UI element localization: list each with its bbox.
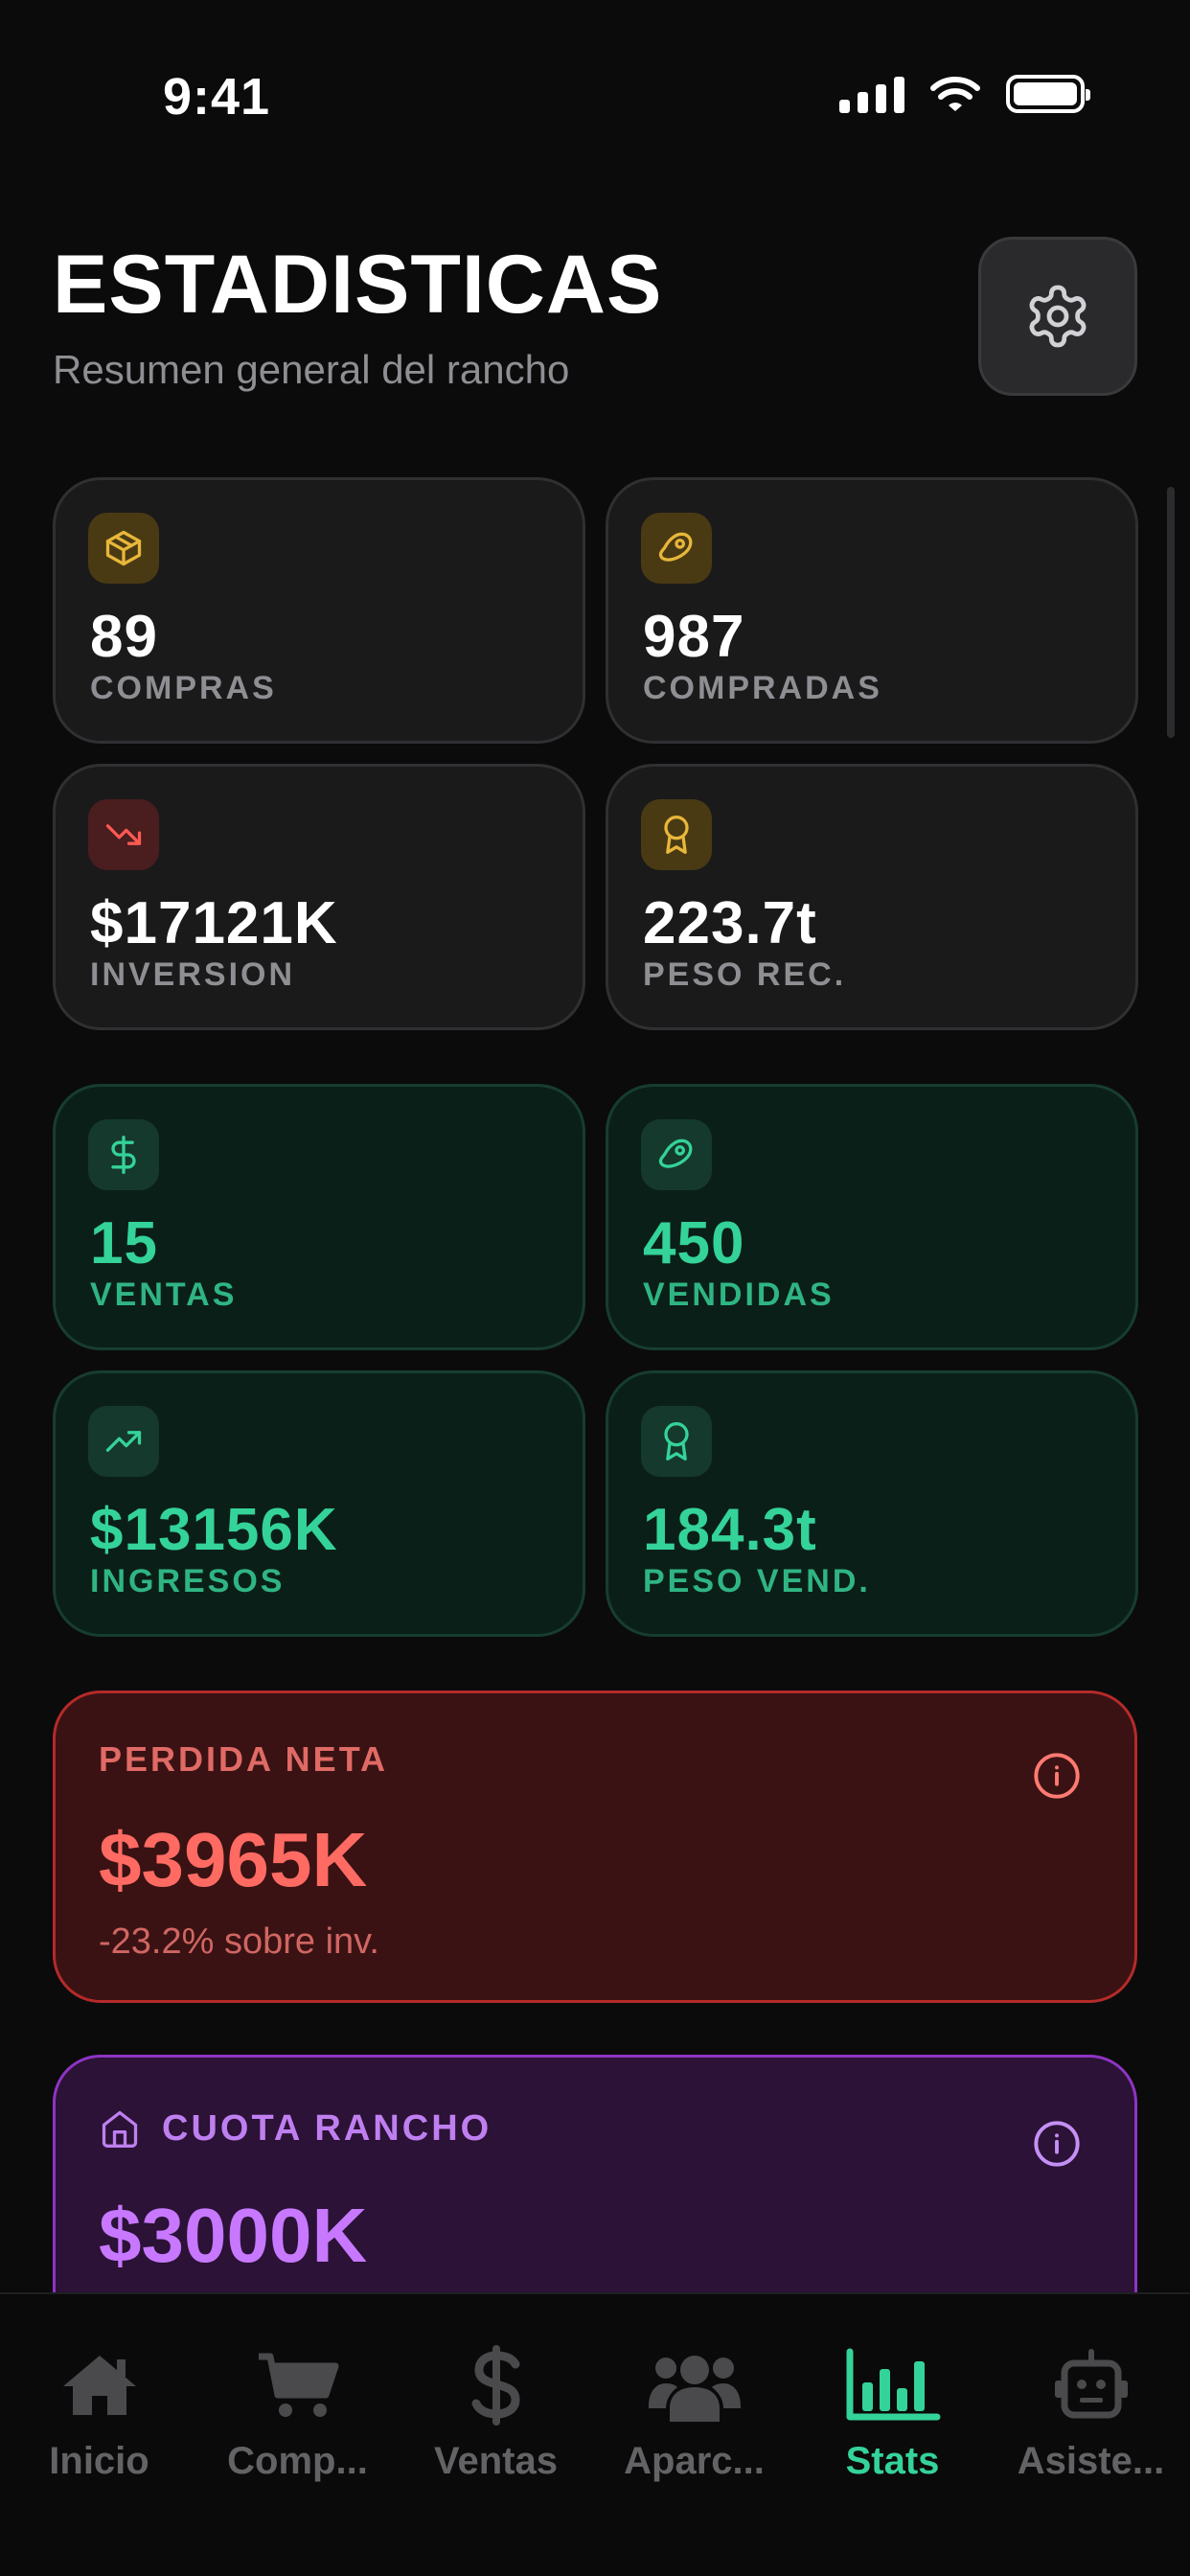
info-icon[interactable] (1032, 2119, 1082, 2169)
stat-label: COMPRADAS (643, 670, 882, 706)
tab-inicio[interactable]: Inicio (0, 2342, 198, 2483)
stat-label: VENTAS (90, 1276, 238, 1313)
stat-value: 987 (643, 604, 745, 670)
stat-label: INVERSION (90, 956, 296, 993)
cart-icon (258, 2353, 338, 2417)
robot-icon (1054, 2349, 1128, 2419)
stat-card-peso-vend[interactable]: 184.3t PESO VEND. (606, 1370, 1138, 1637)
tab-label: Ventas (434, 2440, 558, 2482)
stat-card-compradas[interactable]: 987 COMPRADAS (606, 477, 1138, 744)
dollar-icon (471, 2345, 520, 2426)
stat-card-ventas[interactable]: 15 VENTAS (53, 1084, 585, 1350)
trending-up-icon (105, 1431, 142, 1452)
ranch-fee-label: CUOTA RANCHO (162, 2107, 492, 2149)
tab-label: Aparc... (624, 2440, 765, 2482)
stat-value: 184.3t (643, 1497, 817, 1563)
stat-value: 450 (643, 1210, 745, 1276)
tab-compras[interactable]: Comp... (198, 2342, 397, 2483)
tab-ventas[interactable]: Ventas (397, 2342, 595, 2483)
net-loss-value: $3965K (99, 1817, 368, 1902)
meat-icon (658, 1138, 693, 1168)
stat-label: INGRESOS (90, 1563, 286, 1599)
stat-card-vendidas[interactable]: 450 VENDIDAS (606, 1084, 1138, 1350)
page-subtitle: Resumen general del rancho (53, 347, 570, 392)
stat-label: PESO REC. (643, 956, 847, 993)
net-loss-percentage: -23.2% sobre inv. (99, 1921, 379, 1962)
page-title: ESTADISTICAS (53, 239, 663, 331)
stat-card-peso-rec[interactable]: 223.7t PESO REC. (606, 764, 1138, 1030)
ranch-fee-value: $3000K (99, 2193, 368, 2278)
award-icon (664, 816, 689, 854)
tab-stats[interactable]: Stats (793, 2342, 992, 2483)
stat-card-inversion[interactable]: $17121K INVERSION (53, 764, 585, 1030)
meat-icon (658, 532, 693, 562)
stat-label: COMPRAS (90, 670, 277, 706)
settings-button[interactable] (978, 237, 1137, 396)
cellular-signal-icon (839, 75, 904, 113)
battery-icon (1006, 75, 1090, 113)
tab-asistente[interactable]: Asiste... (992, 2342, 1190, 2483)
tab-bar: Inicio Comp... Ventas Aparc... Stats Asi… (0, 2292, 1190, 2576)
tab-aparceria[interactable]: Aparc... (595, 2342, 793, 2483)
info-icon[interactable] (1032, 1751, 1082, 1801)
status-bar: 9:41 (0, 0, 1190, 144)
stat-label: VENDIDAS (643, 1276, 835, 1313)
bar-chart-icon (846, 2348, 940, 2421)
stats-screen: 9:41 ESTADISTICAS Resumen general del ra… (0, 0, 1190, 2576)
status-icons (839, 75, 1090, 113)
stat-label: PESO VEND. (643, 1563, 871, 1599)
stat-value: $17121K (90, 890, 338, 956)
tab-label: Stats (845, 2440, 940, 2482)
stat-value: $13156K (90, 1497, 338, 1563)
home-icon (102, 2110, 138, 2148)
stat-card-ingresos[interactable]: $13156K INGRESOS (53, 1370, 585, 1637)
stat-value: 223.7t (643, 890, 817, 956)
status-time: 9:41 (163, 68, 271, 126)
stat-value: 15 (90, 1210, 158, 1276)
net-loss-label: PERDIDA NETA (99, 1739, 389, 1779)
wifi-icon (930, 77, 980, 111)
tab-label: Comp... (227, 2440, 368, 2482)
gear-icon (1029, 285, 1087, 348)
home-icon (62, 2356, 136, 2415)
award-icon (664, 1422, 689, 1460)
trending-down-icon (105, 824, 142, 845)
scrollbar[interactable] (1167, 487, 1175, 738)
net-loss-card[interactable]: PERDIDA NETA $3965K -23.2% sobre inv. (53, 1690, 1137, 2003)
tab-label: Asiste... (1017, 2440, 1165, 2482)
tab-label: Inicio (49, 2440, 149, 2482)
users-icon (648, 2356, 741, 2422)
stat-card-compras[interactable]: 89 COMPRAS (53, 477, 585, 744)
stat-value: 89 (90, 604, 158, 670)
box-icon (105, 530, 142, 566)
dollar-icon (111, 1136, 136, 1174)
